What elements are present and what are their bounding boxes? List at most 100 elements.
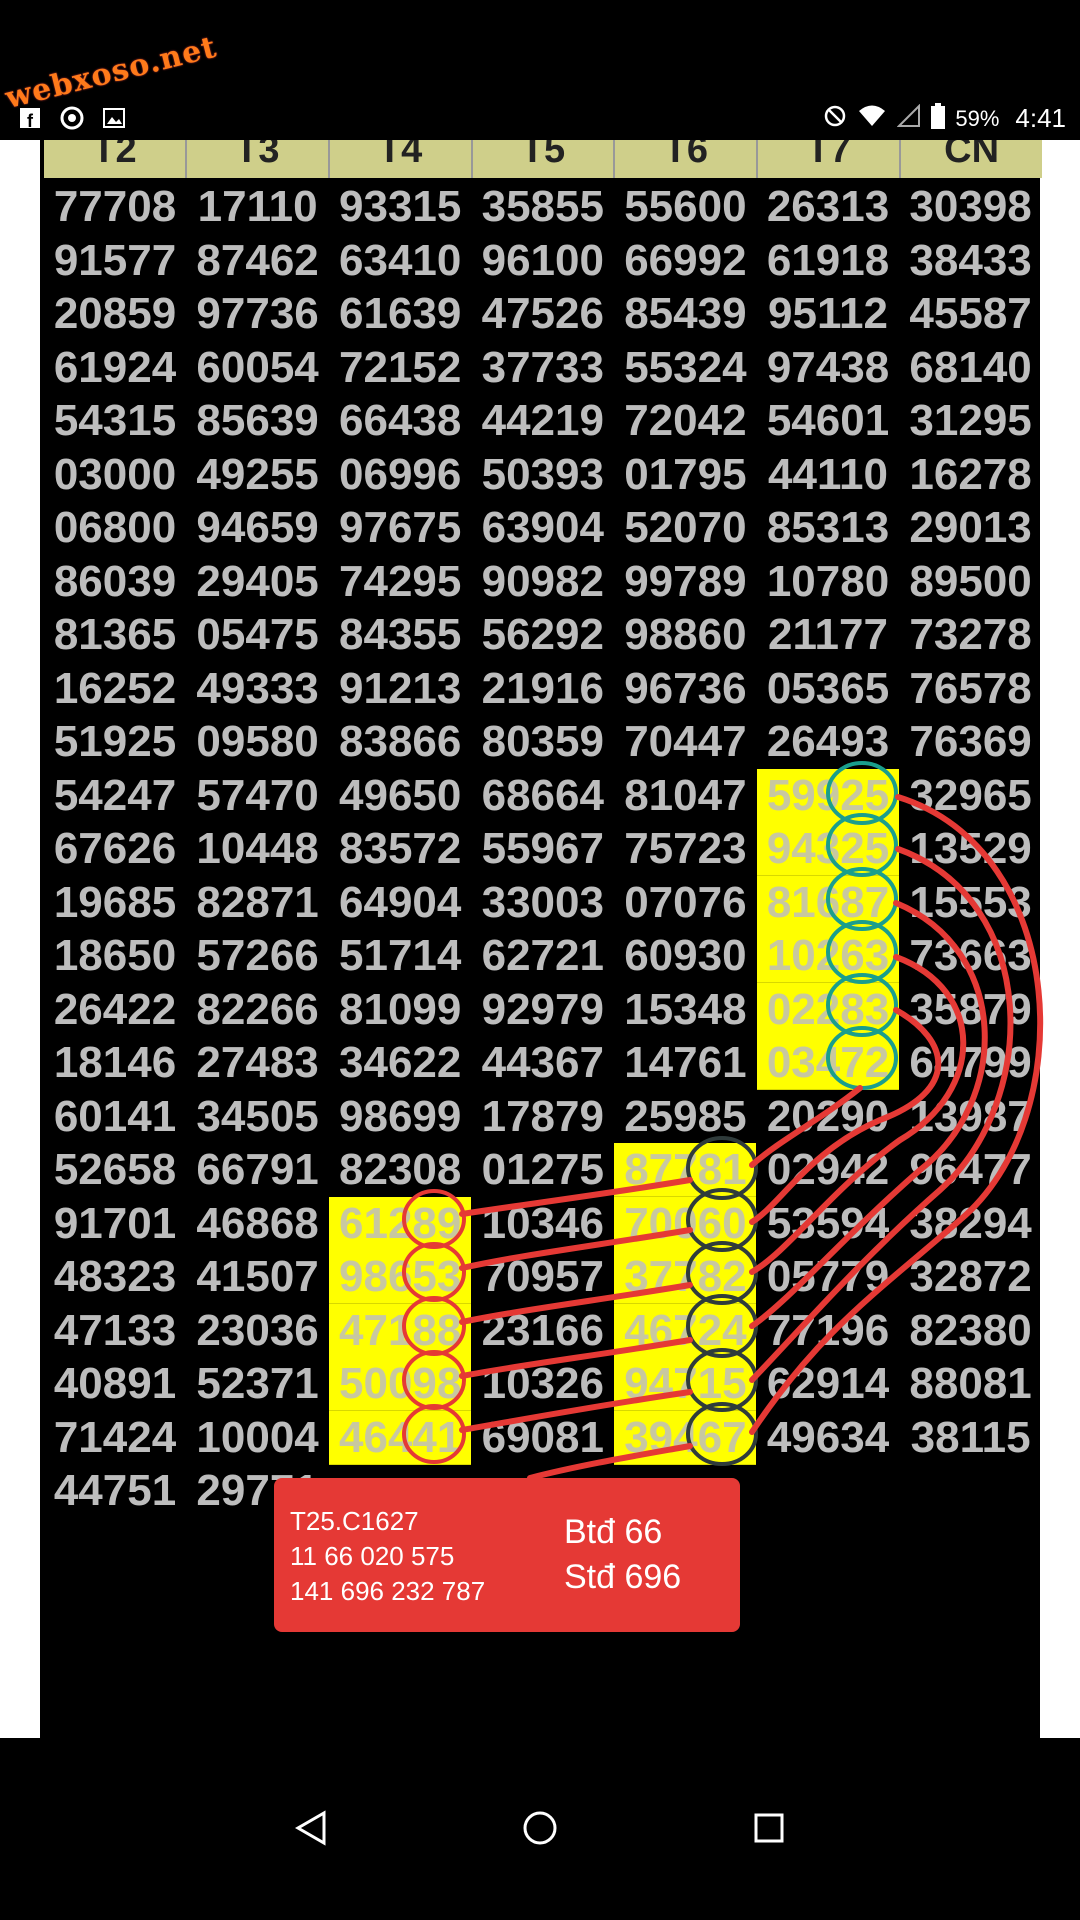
header-cell: T5	[473, 140, 616, 178]
result-cell: 77708	[53, 182, 177, 231]
result-cell: 68140	[909, 342, 1032, 392]
result-cell: 46724	[614, 1303, 757, 1358]
result-cell: 44219	[481, 396, 604, 445]
result-cell: 73663	[909, 931, 1032, 980]
header-cell: T3	[187, 140, 330, 178]
result-cell: 10780	[766, 556, 890, 606]
result-cell: 14761	[624, 1038, 747, 1087]
result-cell: 57266	[196, 931, 319, 980]
result-cell: 61289	[329, 1196, 472, 1251]
chrome-icon	[60, 106, 84, 130]
result-cell: 05365	[766, 663, 890, 713]
home-icon[interactable]	[495, 1783, 585, 1873]
result-cell: 70060	[614, 1196, 757, 1251]
result-cell: 01275	[481, 1145, 604, 1194]
result-cell: 03000	[53, 449, 177, 499]
note-std: Stđ 696	[564, 1558, 682, 1596]
result-cell: 76578	[909, 663, 1032, 713]
result-cell: 83572	[339, 824, 462, 873]
result-cell: 91701	[53, 1198, 177, 1248]
result-cell: 10346	[481, 1198, 604, 1248]
result-cell: 46868	[196, 1198, 319, 1248]
result-cell: 99789	[624, 556, 747, 606]
result-cell: 74295	[339, 556, 462, 606]
result-cell: 03472	[757, 1036, 899, 1090]
facebook-icon: f	[18, 106, 42, 130]
result-cell: 25985	[624, 1091, 747, 1141]
recents-icon[interactable]	[724, 1783, 814, 1873]
result-cell: 81099	[339, 984, 462, 1034]
result-cell: 17110	[197, 182, 318, 231]
result-cell: 66992	[624, 235, 747, 285]
result-cell: 02942	[766, 1145, 890, 1194]
result-cell	[900, 1464, 1042, 1517]
result-cell: 90982	[481, 556, 604, 606]
note-btd: Btđ 66	[564, 1513, 663, 1551]
result-cell: 21177	[768, 610, 888, 659]
result-cell: 87781	[614, 1143, 757, 1197]
result-cell: 44367	[481, 1038, 604, 1087]
result-cell: 54601	[766, 396, 890, 445]
result-cell: 62914	[766, 1359, 890, 1408]
right-margin	[1040, 140, 1080, 1738]
result-cell: 86039	[53, 556, 177, 606]
back-icon[interactable]	[267, 1783, 357, 1873]
result-cell: 66438	[339, 396, 462, 445]
result-cell: 70957	[481, 1252, 604, 1301]
result-cell: 84355	[339, 610, 462, 659]
header-cell: CN	[944, 140, 1000, 171]
result-cell: 95112	[768, 289, 888, 338]
result-cell: 37733	[481, 342, 604, 392]
result-cell: 52070	[624, 503, 747, 552]
result-cell: 16252	[53, 663, 177, 713]
status-bar: webxoso.net f 59% 4:41	[0, 0, 1080, 140]
result-cell: 49333	[196, 663, 319, 713]
result-cell: 82308	[339, 1145, 462, 1194]
note-left-text: T25.C1627 11 66 020 575 141 696 232 787	[290, 1504, 485, 1609]
result-cell: 80359	[481, 717, 604, 766]
result-cell: 09580	[196, 717, 319, 766]
result-cell: 60141	[53, 1091, 177, 1141]
result-cell: 49650	[339, 770, 462, 820]
result-cell: 55967	[481, 824, 604, 873]
header-cell: T2	[44, 140, 187, 178]
result-cell: 57470	[196, 770, 319, 820]
result-cell: 47526	[481, 289, 604, 338]
wifi-icon	[857, 104, 887, 133]
result-cell: 18146	[53, 1038, 177, 1087]
result-cell: 38433	[909, 235, 1032, 285]
result-cell	[757, 1464, 899, 1517]
result-cell: 17879	[481, 1091, 604, 1141]
note-line-1: T25.C1627	[290, 1506, 419, 1536]
result-cell: 64799	[909, 1038, 1032, 1087]
battery-icon	[931, 103, 946, 134]
result-cell: 54247	[53, 770, 177, 820]
result-cell: 96477	[909, 1145, 1032, 1194]
result-cell: 32872	[909, 1252, 1032, 1301]
result-cell: 96100	[481, 235, 604, 285]
result-cell: 47133	[53, 1305, 177, 1355]
result-cell: 60930	[624, 931, 747, 980]
result-cell: 62721	[481, 931, 604, 980]
result-cell: 54315	[53, 396, 177, 445]
battery-percent: 59%	[955, 105, 1000, 131]
result-cell: 15348	[624, 984, 747, 1034]
result-cell: 53594	[766, 1198, 890, 1248]
signal-icon	[896, 103, 921, 133]
result-cell: 97736	[196, 289, 319, 338]
result-cell: 89500	[909, 556, 1032, 606]
result-cell: 66791	[196, 1145, 319, 1194]
system-indicators: 59% 4:41	[823, 103, 1066, 134]
result-cell: 72042	[624, 396, 747, 445]
result-cell: 97438	[766, 342, 890, 392]
result-cell: 19685	[53, 877, 177, 927]
result-cell: 51925	[53, 717, 177, 766]
result-cell: 07076	[624, 877, 747, 927]
result-cell: 02283	[757, 982, 899, 1037]
result-cell: 61924	[53, 342, 177, 392]
result-cell: 13529	[909, 824, 1032, 873]
result-cell: 92979	[481, 984, 604, 1034]
result-cell: 38294	[909, 1198, 1032, 1248]
result-cell: 61639	[339, 289, 462, 338]
result-cell: 98653	[329, 1250, 472, 1304]
